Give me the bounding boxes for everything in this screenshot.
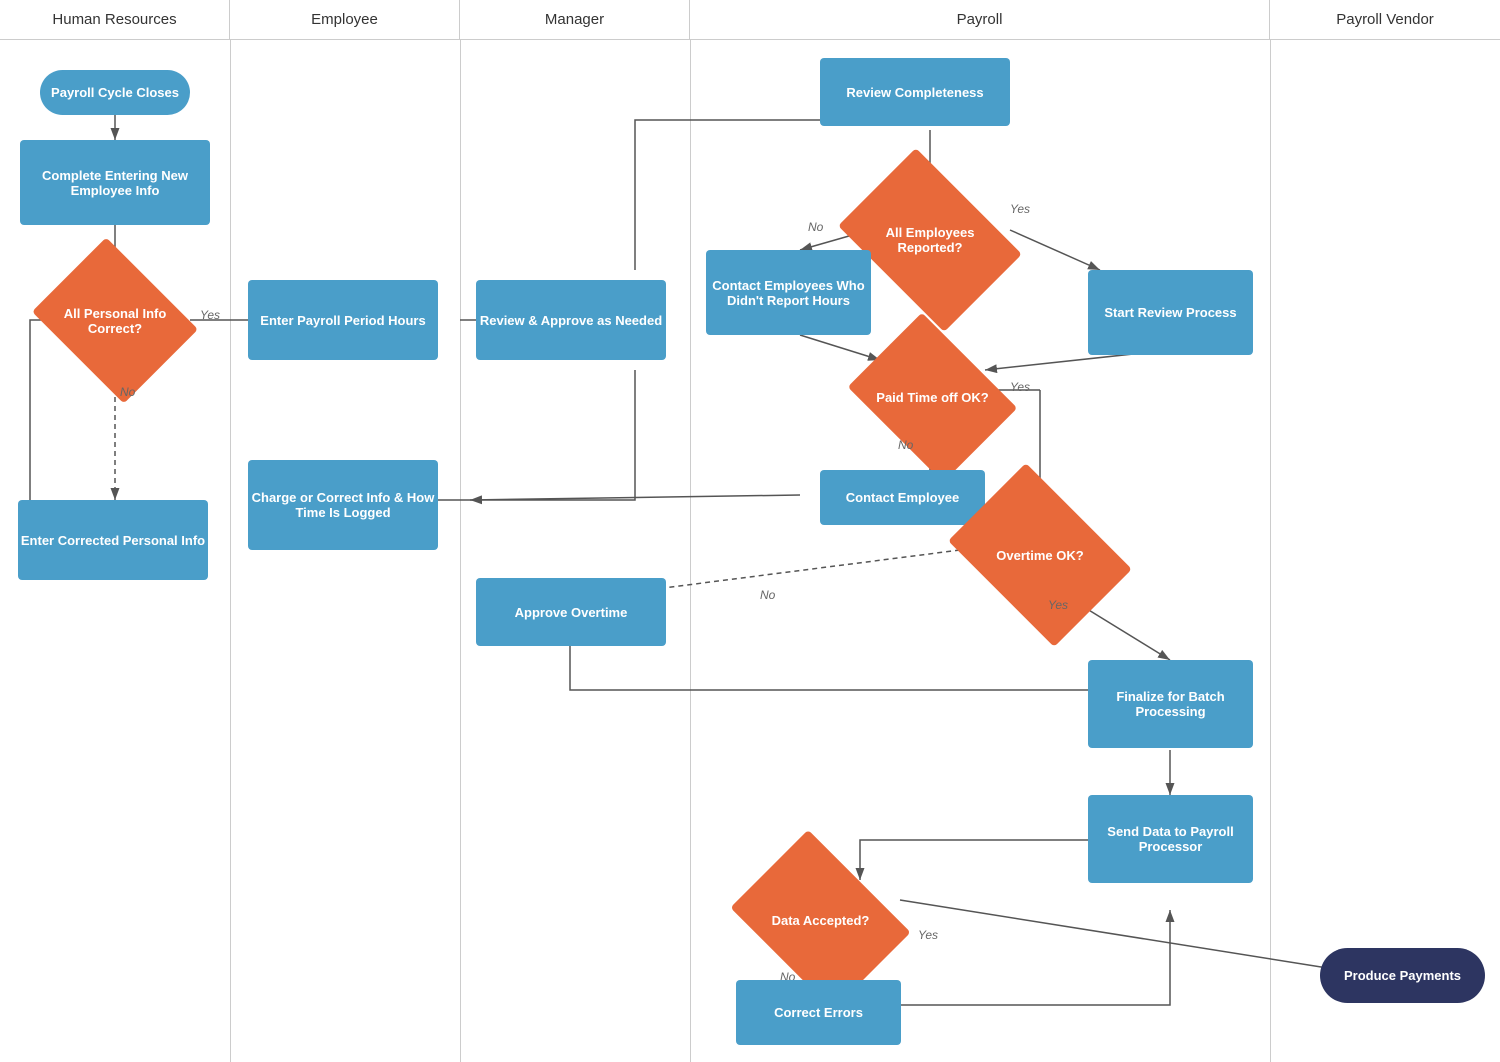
- enter-payroll-hours-node: Enter Payroll Period Hours: [248, 280, 438, 360]
- yes-label-paid-time-off: Yes: [1010, 380, 1030, 394]
- enter-corrected-node: Enter Corrected Personal Info: [18, 500, 208, 580]
- review-approve-node: Review & Approve as Needed: [476, 280, 666, 360]
- col-line-1: [230, 40, 231, 1062]
- col-header-hr: Human Resources: [0, 0, 230, 39]
- yes-label-data-accepted: Yes: [918, 928, 938, 942]
- no-label-personal-info: No: [120, 385, 135, 399]
- paid-time-off-node: Paid Time off OK?: [865, 345, 1000, 450]
- col-header-mgr: Manager: [460, 0, 690, 39]
- payroll-cycle-node: Payroll Cycle Closes: [40, 70, 190, 115]
- yes-label-personal-info: Yes: [200, 308, 220, 322]
- no-label-paid-time-off: No: [898, 438, 913, 452]
- col-line-2: [460, 40, 461, 1062]
- col-line-3: [690, 40, 691, 1062]
- send-data-node: Send Data to Payroll Processor: [1088, 795, 1253, 883]
- overtime-ok-node: Overtime OK?: [965, 500, 1115, 610]
- no-label-overtime: No: [760, 588, 775, 602]
- col-line-4: [1270, 40, 1271, 1062]
- contact-didnt-report-node: Contact Employees Who Didn't Report Hour…: [706, 250, 871, 335]
- contact-employee-node: Contact Employee: [820, 470, 985, 525]
- charge-correct-node: Charge or Correct Info & How Time Is Log…: [248, 460, 438, 550]
- yes-label-overtime: Yes: [1048, 598, 1068, 612]
- col-header-pay: Payroll: [690, 0, 1270, 39]
- all-personal-info-node: All Personal Info Correct?: [50, 268, 180, 373]
- diagram-container: Human Resources Employee Manager Payroll…: [0, 0, 1500, 1062]
- diagram-area: Payroll Cycle Closes Complete Entering N…: [0, 40, 1500, 1062]
- complete-new-emp-node: Complete Entering New Employee Info: [20, 140, 210, 225]
- review-completeness-node: Review Completeness: [820, 58, 1010, 126]
- all-employees-reported-node: All Employees Reported?: [855, 185, 1005, 295]
- columns-header: Human Resources Employee Manager Payroll…: [0, 0, 1500, 40]
- data-accepted-node: Data Accepted?: [748, 865, 893, 975]
- finalize-batch-node: Finalize for Batch Processing: [1088, 660, 1253, 748]
- produce-payments-node: Produce Payments: [1320, 948, 1485, 1003]
- correct-errors-node: Correct Errors: [736, 980, 901, 1045]
- approve-overtime-node: Approve Overtime: [476, 578, 666, 646]
- start-review-node: Start Review Process: [1088, 270, 1253, 355]
- yes-label-emp-reported: Yes: [1010, 202, 1030, 216]
- no-label-emp-reported: No: [808, 220, 823, 234]
- col-header-pv: Payroll Vendor: [1270, 0, 1500, 39]
- col-header-emp: Employee: [230, 0, 460, 39]
